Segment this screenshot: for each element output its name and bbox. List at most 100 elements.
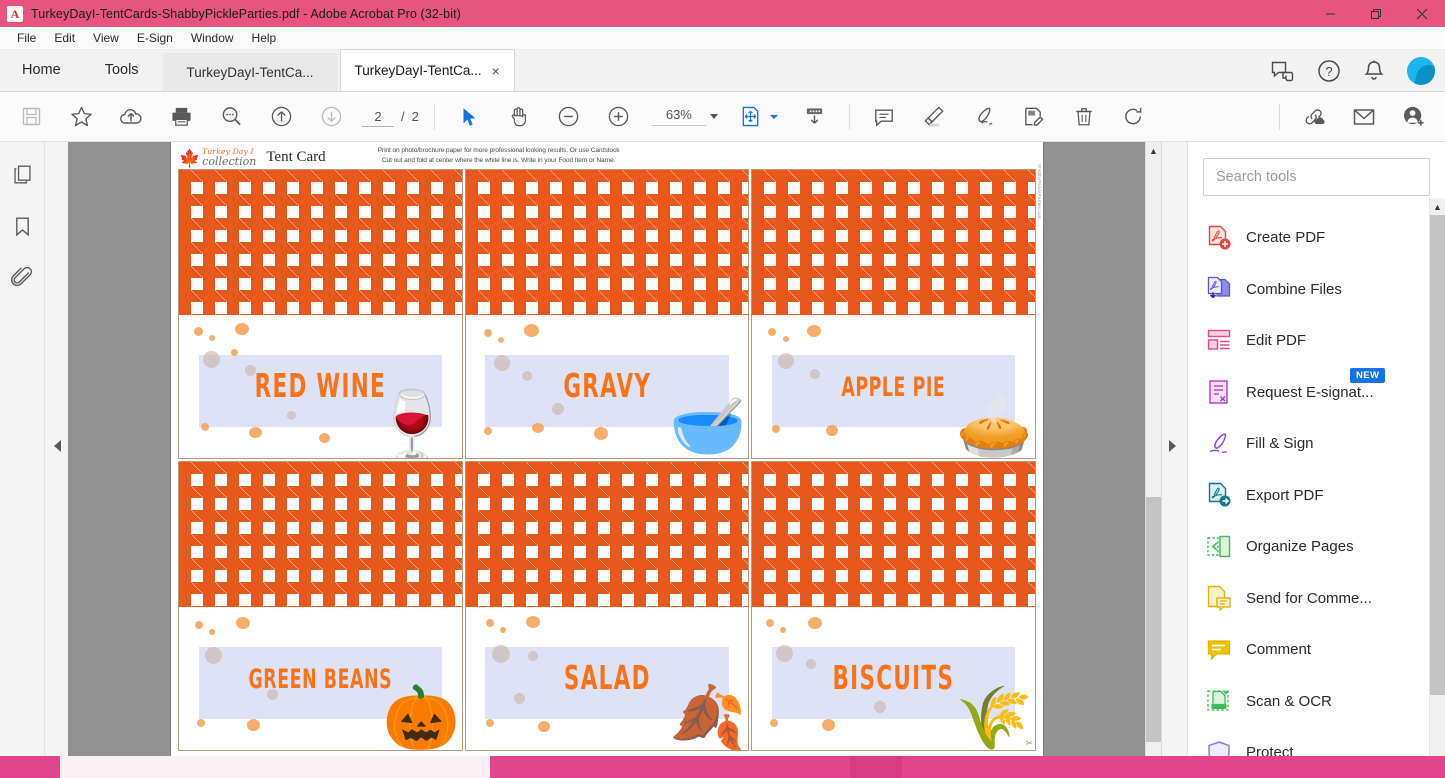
save-button[interactable] — [14, 100, 48, 134]
houndstooth-pattern-top — [752, 462, 1035, 607]
tool-edit-pdf[interactable]: Edit PDF — [1188, 315, 1445, 367]
tool-send-for-comments[interactable]: Send for Comme... — [1188, 573, 1445, 625]
panel-scrollbar-thumb[interactable] — [1430, 215, 1445, 695]
scrollbar-thumb[interactable] — [1146, 497, 1161, 742]
bookmarks-icon[interactable] — [6, 210, 38, 242]
tabbar-right-icons: ? — [1271, 50, 1435, 92]
favorite-star-button[interactable] — [64, 100, 98, 134]
tent-card[interactable]: GRAVY 🥣 — [464, 169, 750, 459]
houndstooth-pattern-top — [179, 462, 462, 607]
tools-panel-scrollbar[interactable]: ▲ ▼ — [1429, 198, 1445, 777]
tent-card[interactable]: SALAD 🍂 — [464, 461, 750, 751]
viewer-vertical-scrollbar[interactable]: ▲ ▼ — [1145, 142, 1161, 777]
tool-export-pdf[interactable]: Export PDF — [1188, 470, 1445, 522]
close-icon[interactable]: × — [492, 64, 500, 78]
rotate-page-button[interactable] — [1117, 100, 1151, 134]
tool-fill-and-sign[interactable]: Fill & Sign — [1188, 418, 1445, 470]
page-number-input[interactable] — [362, 106, 394, 127]
taskbar-window-preview[interactable] — [60, 756, 490, 778]
restore-button[interactable] — [1353, 0, 1399, 27]
share-link-button[interactable] — [1297, 100, 1331, 134]
delete-pages-button[interactable] — [1067, 100, 1101, 134]
tool-request-esignature[interactable]: Request E-signat... NEW — [1188, 367, 1445, 419]
tent-card[interactable]: RED WINE 🍷 — [178, 169, 463, 459]
tent-card[interactable]: GREEN BEANS 🎃 — [178, 461, 463, 751]
window-controls — [1307, 0, 1445, 27]
select-tool-button[interactable] — [452, 100, 486, 134]
zoom-out-button[interactable] — [552, 100, 586, 134]
print-button[interactable] — [164, 100, 198, 134]
page-thumbnails-icon[interactable] — [6, 158, 38, 190]
menu-help[interactable]: Help — [243, 29, 286, 47]
tent-card-face: GREEN BEANS 🎃 — [179, 607, 462, 750]
expand-right-panel-icon[interactable] — [1169, 440, 1176, 452]
zoom-in-button[interactable] — [602, 100, 636, 134]
fit-page-button[interactable] — [734, 100, 768, 134]
wine-glass-art: 🍷 — [368, 388, 456, 458]
navigation-rail — [0, 142, 45, 777]
tool-create-pdf[interactable]: Create PDF — [1188, 212, 1445, 264]
houndstooth-pattern-top — [752, 170, 1035, 315]
minimize-button[interactable] — [1307, 0, 1353, 27]
viewer-left-strip — [45, 142, 68, 777]
tent-card-face: SALAD 🍂 — [465, 607, 749, 750]
panel-scroll-up-icon[interactable]: ▲ — [1430, 198, 1445, 215]
menu-edit[interactable]: Edit — [45, 29, 84, 47]
zoom-control[interactable]: 63% — [651, 107, 718, 126]
tools-panel: Create PDF Combine Files — [1187, 142, 1445, 777]
tool-organize-pages[interactable]: Organize Pages — [1188, 521, 1445, 573]
toolbar-divider-2 — [848, 103, 850, 130]
help-icon[interactable]: ? — [1317, 59, 1341, 83]
chevron-down-icon[interactable] — [709, 114, 718, 119]
scroll-mode-button[interactable] — [798, 100, 832, 134]
search-button[interactable] — [214, 100, 248, 134]
document-tab-1[interactable]: TurkeyDayI-TentCa... — [162, 53, 338, 91]
attachments-icon[interactable] — [6, 262, 38, 294]
avatar[interactable] — [1407, 57, 1435, 85]
menu-window[interactable]: Window — [182, 29, 243, 47]
organize-pages-icon — [1206, 534, 1232, 560]
document-tab-2-label: TurkeyDayI-TentCa... — [354, 63, 482, 78]
fit-page-chevron-down-icon[interactable] — [769, 114, 778, 119]
page-navigation: / 2 — [362, 106, 419, 127]
tent-card-face: BISCUITS 🌾 ✂ — [752, 607, 1035, 750]
invite-people-button[interactable] — [1397, 100, 1431, 134]
tab-home[interactable]: Home — [0, 49, 83, 91]
tent-card-face: GRAVY 🥣 — [465, 315, 749, 458]
sign-button[interactable] — [967, 100, 1001, 134]
tool-combine-files[interactable]: Combine Files — [1188, 264, 1445, 316]
menu-file[interactable]: File — [8, 29, 45, 47]
previous-page-button[interactable] — [264, 100, 298, 134]
bell-icon[interactable] — [1363, 59, 1385, 83]
houndstooth-pattern-top — [465, 170, 749, 315]
tent-card[interactable]: APPLE PIE 🥧 — [751, 169, 1036, 459]
tool-scan-and-ocr[interactable]: Scan & OCR — [1188, 676, 1445, 728]
feedback-icon[interactable] — [1271, 60, 1295, 82]
tool-comment[interactable]: Comment — [1188, 624, 1445, 676]
page-canvas[interactable]: 🍁 Turkey Day I collection Tent Card Prin… — [68, 142, 1161, 777]
close-button[interactable] — [1399, 0, 1445, 27]
request-signature-button[interactable] — [1017, 100, 1051, 134]
email-button[interactable] — [1347, 100, 1381, 134]
menu-view[interactable]: View — [84, 29, 128, 47]
scroll-up-icon[interactable]: ▲ — [1146, 142, 1161, 159]
tent-card[interactable]: BISCUITS 🌾 ✂ — [751, 461, 1036, 751]
tab-tools[interactable]: Tools — [83, 49, 161, 91]
houndstooth-pattern — [752, 170, 1035, 315]
windows-taskbar[interactable] — [0, 756, 1445, 778]
document-tab-2[interactable]: TurkeyDayI-TentCa... × — [339, 49, 515, 91]
document-viewer: 🍁 Turkey Day I collection Tent Card Prin… — [45, 142, 1187, 777]
add-comment-button[interactable] — [867, 100, 901, 134]
hand-tool-button[interactable] — [502, 100, 536, 134]
houndstooth-pattern-top — [465, 462, 749, 607]
menu-esign[interactable]: E-Sign — [128, 29, 182, 47]
gravy-boat-art: 🥣 — [669, 392, 747, 458]
collapse-left-panel-icon[interactable] — [54, 440, 61, 452]
instruction-line-1: Print on photo/brochure paper for more p… — [377, 146, 620, 154]
upload-cloud-button[interactable] — [114, 100, 148, 134]
highlight-text-button[interactable] — [917, 100, 951, 134]
tool-label: Fill & Sign — [1246, 435, 1314, 453]
next-page-button[interactable] — [314, 100, 348, 134]
search-tools-field[interactable] — [1203, 158, 1430, 196]
search-input[interactable] — [1216, 169, 1417, 185]
